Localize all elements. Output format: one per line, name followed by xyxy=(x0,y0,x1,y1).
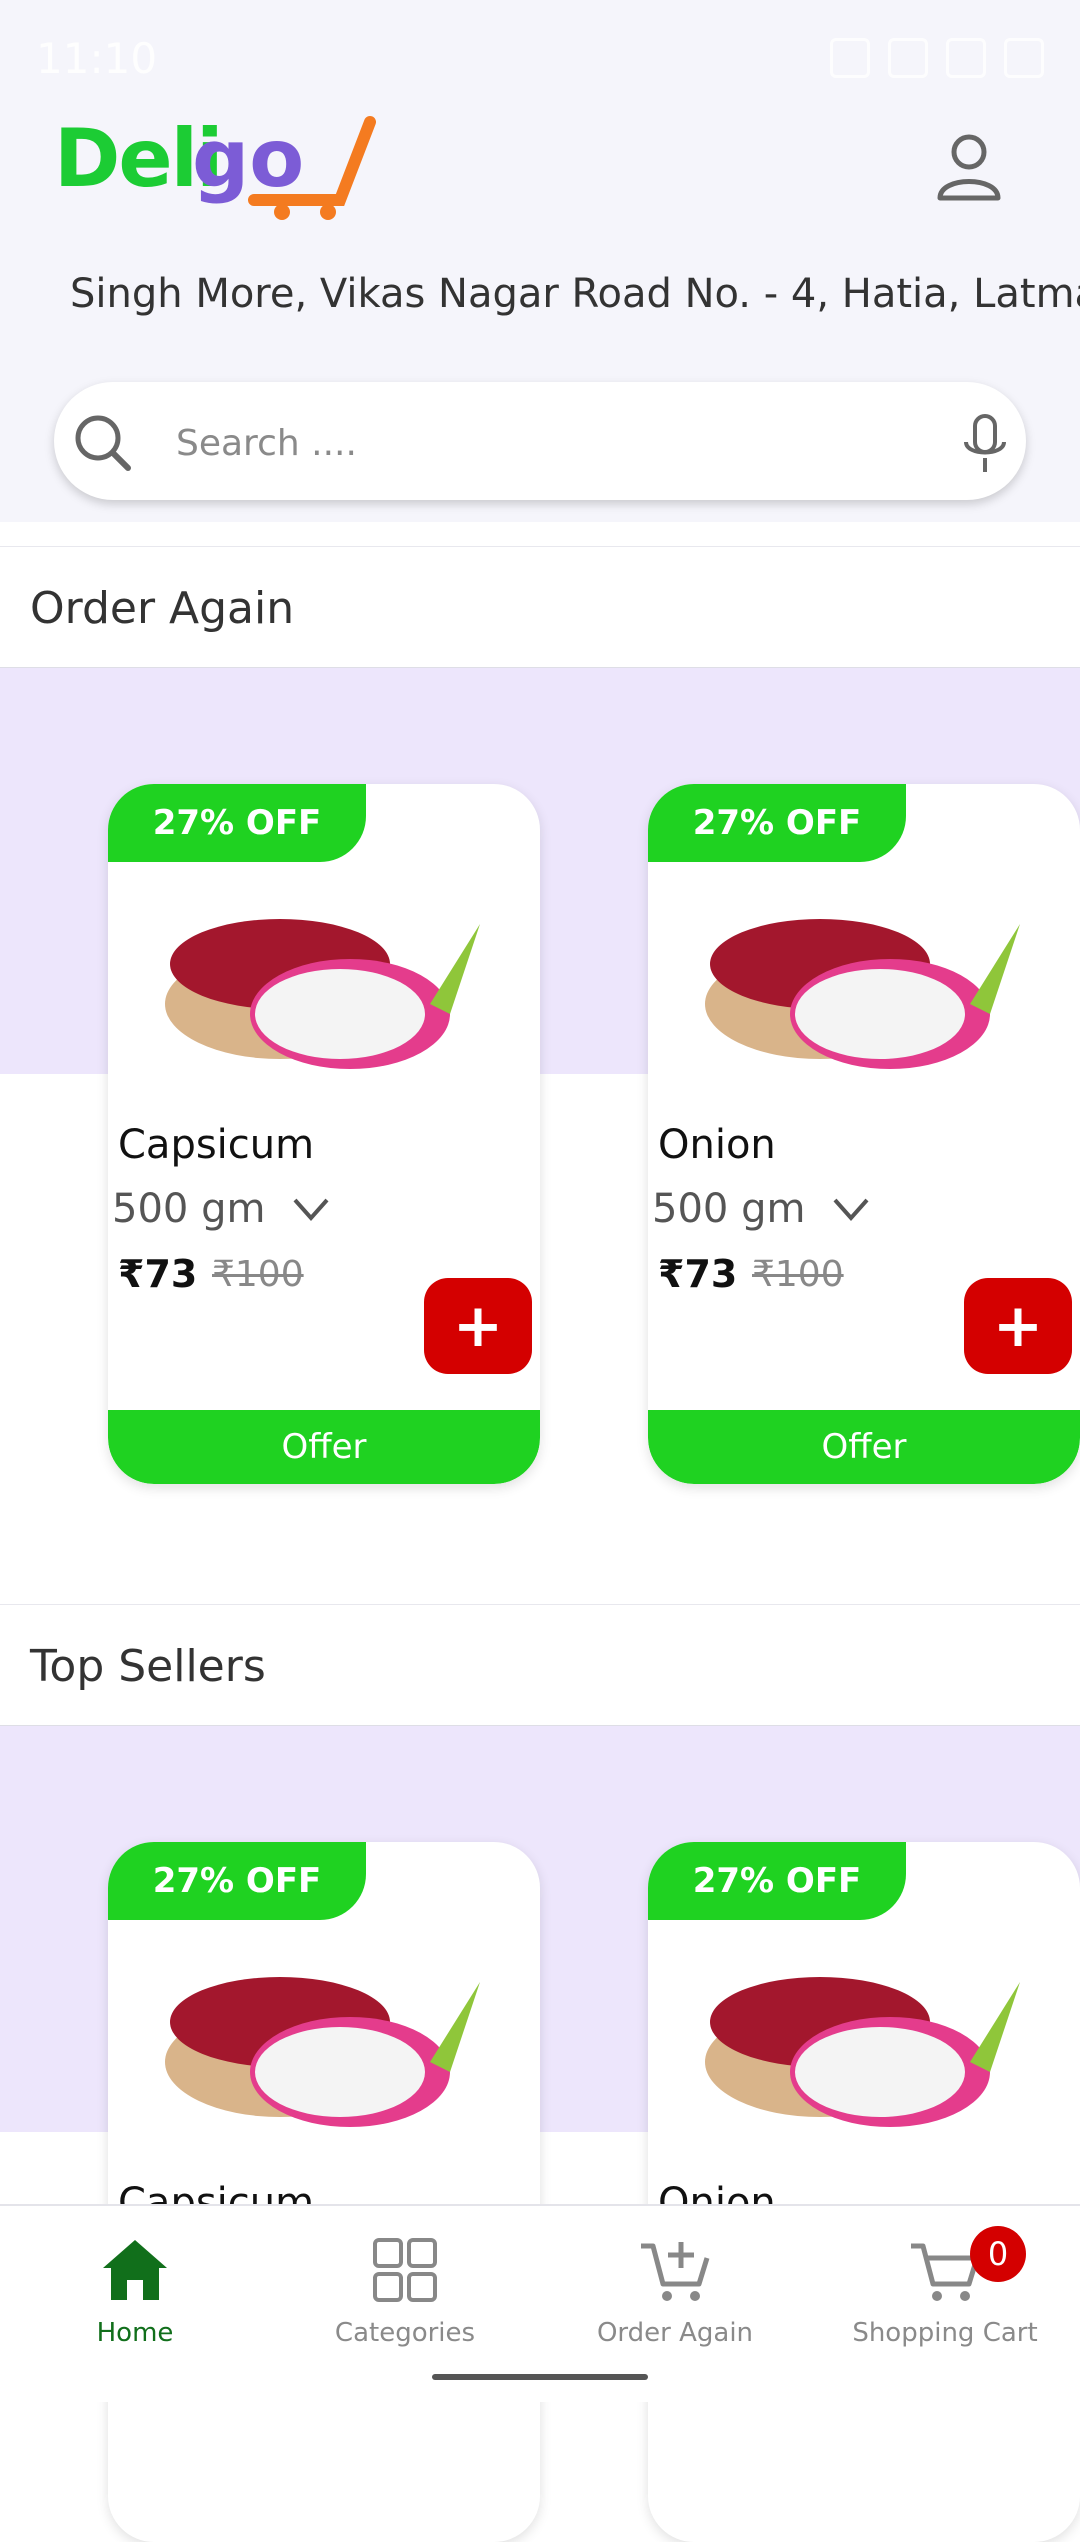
order-again-header: Order Again xyxy=(0,546,1080,669)
cart-add-icon xyxy=(641,2242,710,2301)
old-price: ₹100 xyxy=(212,1254,304,1295)
old-price: ₹100 xyxy=(752,1254,844,1295)
app-header: 11:10 Deli go Singh More, Vikas Nagar Ro… xyxy=(0,0,1080,522)
weight-select[interactable]: 500 gm xyxy=(112,1186,331,1232)
offer-button[interactable]: Offer xyxy=(648,1410,1080,1484)
product-card[interactable]: 27% OFF Onion 500 gm ₹73 ₹100 + Offer xyxy=(648,784,1080,1484)
wifi-icon xyxy=(888,38,928,78)
weight-value: 500 gm xyxy=(112,1186,266,1232)
add-to-cart-button[interactable]: + xyxy=(964,1278,1072,1374)
location-row[interactable]: Singh More, Vikas Nagar Road No. - 4, Ha… xyxy=(46,254,1080,334)
nav-home[interactable]: Home xyxy=(0,2232,270,2348)
top-sellers-header: Top Sellers xyxy=(0,1604,1080,1727)
status-time: 11:10 xyxy=(36,34,158,83)
add-to-cart-button[interactable]: + xyxy=(424,1278,532,1374)
status-icons xyxy=(830,38,1044,78)
nav-label: Home xyxy=(96,2318,174,2348)
weight-select[interactable]: 500 gm xyxy=(652,1186,871,1232)
home-icon xyxy=(103,2240,167,2300)
weight-value: 500 gm xyxy=(652,1186,806,1232)
nav-categories[interactable]: Categories xyxy=(270,2232,540,2348)
deligo-logo[interactable]: Deli go xyxy=(54,112,376,222)
product-image xyxy=(165,1977,480,2127)
product-card[interactable]: 27% OFF Onion xyxy=(648,1842,1080,2542)
vibrate-icon xyxy=(830,38,870,78)
offer-button[interactable]: Offer xyxy=(108,1410,540,1484)
product-card[interactable]: 27% OFF Capsicum 500 gm ₹73 ₹100 + Offer xyxy=(108,784,540,1484)
nav-label: Shopping Cart xyxy=(852,2318,1038,2348)
discount-badge: 27% OFF xyxy=(108,784,366,862)
grid-icon xyxy=(373,2238,437,2302)
microphone-icon[interactable] xyxy=(960,412,1010,476)
search-input[interactable] xyxy=(174,402,978,484)
nav-label: Order Again xyxy=(596,2318,754,2348)
location-text: Singh More, Vikas Nagar Road No. - 4, Ha… xyxy=(70,271,1080,317)
chevron-down-icon xyxy=(293,1198,329,1222)
status-bar: 11:10 xyxy=(0,0,1080,110)
discount-badge: 27% OFF xyxy=(648,784,906,862)
product-image xyxy=(705,919,1020,1069)
nav-shopping-cart[interactable]: 0 Shopping Cart xyxy=(810,2226,1080,2348)
price: ₹73 xyxy=(118,1252,198,1296)
product-card[interactable]: 27% OFF Capsicum xyxy=(108,1842,540,2542)
section-title: Top Sellers xyxy=(30,1641,266,1692)
discount-badge: 27% OFF xyxy=(648,1842,906,1920)
product-name: Capsicum xyxy=(118,1122,315,1168)
signal-icon xyxy=(946,38,986,78)
search-icon xyxy=(75,415,131,471)
logo-cart-icon xyxy=(248,116,376,220)
battery-icon xyxy=(1004,38,1044,78)
search-bar[interactable] xyxy=(54,382,1026,500)
nav-label: Categories xyxy=(334,2318,476,2348)
product-image xyxy=(165,919,480,1069)
nav-order-again[interactable]: Order Again xyxy=(540,2232,810,2348)
profile-icon[interactable] xyxy=(934,132,1004,202)
product-image xyxy=(705,1977,1020,2127)
product-name: Onion xyxy=(658,1122,776,1168)
bottom-navigation: Home Categories Order Again 0 Shopping C… xyxy=(0,2204,1080,2402)
discount-badge: 27% OFF xyxy=(108,1842,366,1920)
section-title: Order Again xyxy=(30,583,295,634)
home-indicator[interactable] xyxy=(432,2374,648,2380)
cart-count-badge: 0 xyxy=(970,2226,1026,2282)
price: ₹73 xyxy=(658,1252,738,1296)
chevron-down-icon xyxy=(833,1198,869,1222)
